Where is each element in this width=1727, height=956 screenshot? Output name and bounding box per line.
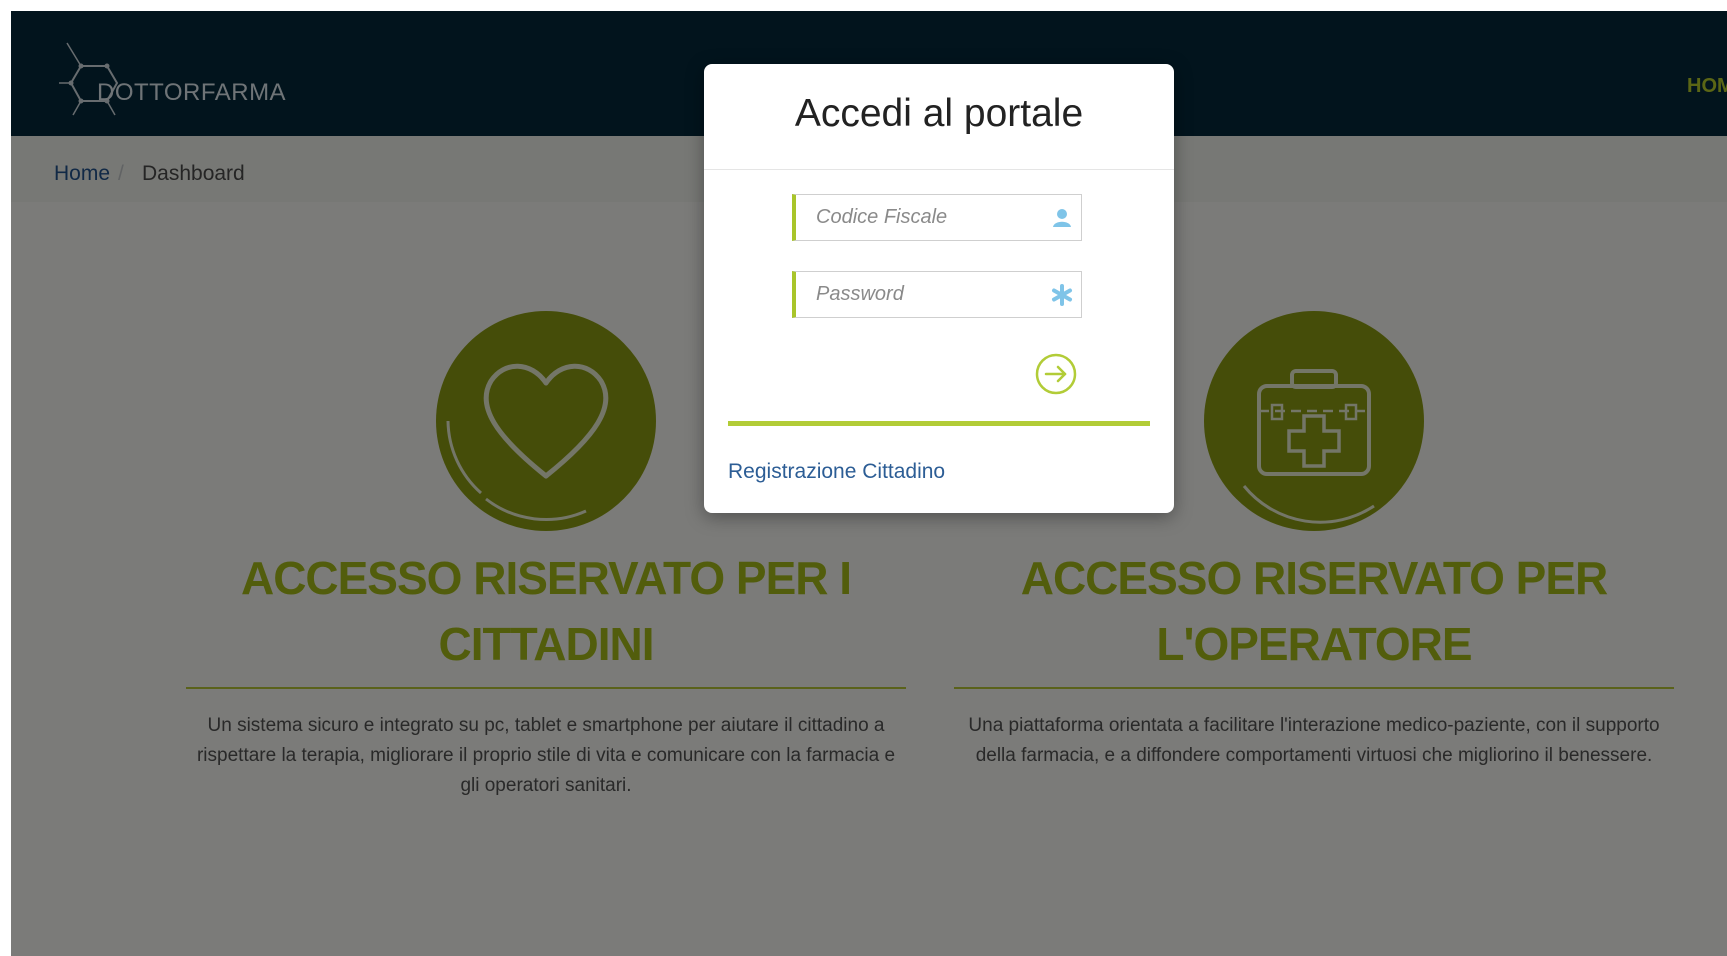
modal-title: Accedi al portale [794, 92, 1084, 135]
modal-green-divider [728, 421, 1150, 426]
arrow-right-circle-icon [1035, 353, 1077, 395]
asterisk-icon [1052, 284, 1072, 306]
password-field [792, 271, 1082, 318]
registration-link[interactable]: Registrazione Cittadino [728, 460, 945, 484]
login-modal: Accedi al portale Codice Fiscale Registr… [704, 64, 1174, 513]
page-frame: DOTTORFARMA HOME Home / Dashboard ACCESS… [11, 11, 1727, 956]
codice-fiscale-field [792, 194, 1082, 241]
modal-header-divider [704, 169, 1174, 170]
password-input[interactable] [796, 272, 1036, 317]
user-icon [1053, 209, 1071, 227]
codice-fiscale-input[interactable] [796, 195, 1036, 240]
login-submit-button[interactable] [1034, 352, 1078, 396]
